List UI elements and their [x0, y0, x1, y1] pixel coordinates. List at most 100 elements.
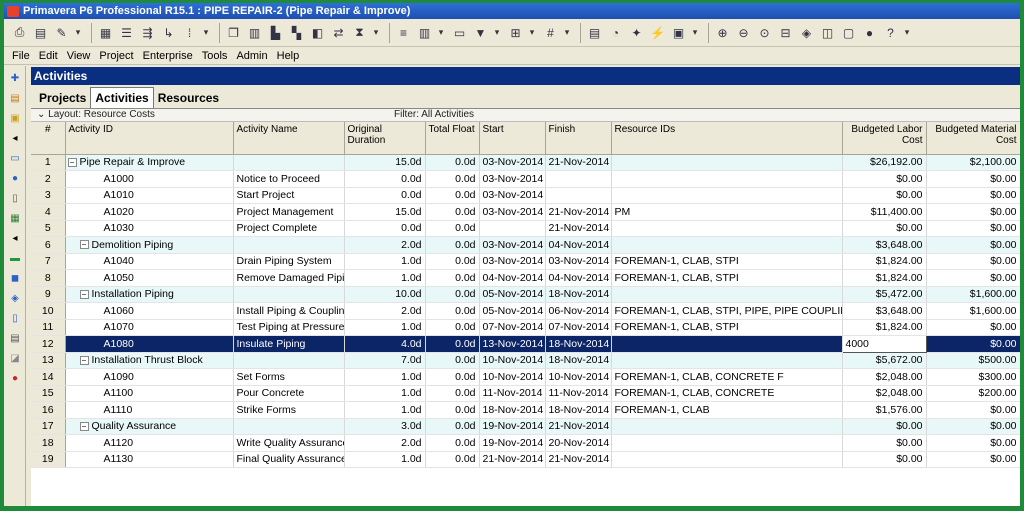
filter-icon[interactable]: ▼ — [471, 23, 490, 42]
table-row[interactable]: 13− Installation Thrust Block 7.0d 0.0d 10-N… — [31, 352, 1020, 369]
budgeted-labor-cost-cell[interactable]: $1,576.00 — [842, 401, 927, 419]
resources-icon[interactable]: ◼ — [7, 270, 23, 286]
activity-name-cell[interactable]: Test Piping at Pressure — [233, 319, 345, 336]
budgeted-material-cost-cell[interactable]: $500.00 — [926, 352, 1020, 369]
budgeted-material-cost-cell[interactable]: $0.00 — [926, 253, 1020, 270]
stop-icon[interactable]: ● — [860, 23, 879, 42]
total-float-cell[interactable]: 0.0d — [425, 319, 480, 336]
layout-label[interactable]: ⌄ Layout: Resource Costs — [31, 109, 394, 121]
start-cell[interactable]: 10-Nov-2014 — [479, 368, 546, 386]
activity-id-cell[interactable]: A1050 — [65, 269, 234, 287]
finish-cell[interactable]: 18-Nov-2014 — [545, 352, 612, 369]
activity-id-cell[interactable]: A1120 — [65, 434, 234, 452]
zoom-fit-icon[interactable]: ⊙ — [755, 23, 774, 42]
number-icon[interactable]: # — [541, 23, 560, 42]
activity-id-cell[interactable]: A1130 — [65, 451, 234, 468]
table-row[interactable]: 17− Quality Assurance 3.0d 0.0d 19-Nov-2014 2… — [31, 418, 1020, 435]
total-float-cell[interactable]: 0.0d — [425, 154, 480, 171]
resource-ids-cell[interactable]: FOREMAN-1, CLAB, STPI — [611, 269, 843, 287]
finish-cell[interactable]: 11-Nov-2014 — [545, 385, 612, 402]
budgeted-labor-cost-cell[interactable]: $0.00 — [842, 170, 927, 188]
row-number[interactable]: 6 — [31, 236, 66, 254]
table-row[interactable]: 9− Installation Piping 10.0d 0.0d 05-Nov-201… — [31, 286, 1020, 303]
menu-file[interactable]: File — [12, 50, 30, 62]
start-cell[interactable]: 03-Nov-2014 — [479, 154, 546, 171]
column-header-total-float[interactable]: Total Float — [425, 122, 480, 155]
toolbar-dropdown[interactable]: ▾ — [690, 23, 700, 42]
total-float-cell[interactable]: 0.0d — [425, 302, 480, 320]
start-cell[interactable]: 13-Nov-2014 — [479, 335, 546, 353]
copy-icon[interactable]: ❐ — [224, 23, 243, 42]
menu-admin[interactable]: Admin — [236, 50, 267, 62]
budgeted-labor-cost-cell[interactable]: 4000 — [841, 335, 927, 353]
histogram-icon[interactable]: ▙ — [266, 23, 285, 42]
menu-edit[interactable]: Edit — [39, 50, 58, 62]
table-row[interactable]: 7 A1040 Drain Piping System 1.0d 0.0d 03-Nov-… — [31, 253, 1020, 270]
table-row[interactable]: 5 A1030 Project Complete 0.0d 0.0d 21-Nov-201… — [31, 220, 1020, 237]
budgeted-material-cost-cell[interactable]: $2,100.00 — [926, 154, 1020, 171]
start-cell[interactable]: 03-Nov-2014 — [479, 170, 546, 188]
original-duration-cell[interactable]: 0.0d — [344, 187, 426, 204]
total-float-cell[interactable]: 0.0d — [425, 401, 480, 419]
resource-ids-cell[interactable]: PM — [611, 203, 843, 221]
table-row[interactable]: 1− Pipe Repair & Improve 15.0d 0.0d 03-Nov-2… — [31, 154, 1020, 171]
original-duration-cell[interactable]: 1.0d — [344, 401, 426, 419]
total-float-cell[interactable]: 0.0d — [425, 418, 480, 435]
export-icon[interactable]: ▣ — [7, 110, 23, 126]
zoom-out-icon[interactable]: ⊖ — [734, 23, 753, 42]
budgeted-material-cost-cell[interactable]: $0.00 — [926, 269, 1020, 287]
column-header-start[interactable]: Start — [479, 122, 546, 155]
table-row[interactable]: 14 A1090 Set Forms 1.0d 0.0d 10-Nov-2014 10-No… — [31, 368, 1020, 386]
activity-name-cell[interactable]: Notice to Proceed — [233, 170, 345, 188]
original-duration-cell[interactable]: 1.0d — [344, 269, 426, 287]
help-icon[interactable]: ? — [881, 23, 900, 42]
split-vertical-icon[interactable]: ◫ — [818, 23, 837, 42]
print-preview-icon[interactable]: ▤ — [31, 23, 50, 42]
row-number[interactable]: 11 — [31, 319, 66, 336]
budgeted-labor-cost-cell[interactable]: $11,400.00 — [842, 203, 927, 221]
activity-name-cell[interactable]: Strike Forms — [233, 401, 345, 419]
activity-name-cell[interactable] — [233, 154, 345, 171]
original-duration-cell[interactable]: 1.0d — [344, 253, 426, 270]
total-float-cell[interactable]: 0.0d — [425, 368, 480, 386]
activity-id-cell[interactable]: − Quality Assurance — [65, 418, 234, 435]
activity-name-cell[interactable]: Insulate Piping — [233, 335, 345, 353]
menu-help[interactable]: Help — [277, 50, 300, 62]
start-cell[interactable]: 03-Nov-2014 — [479, 187, 546, 204]
column-header-number[interactable]: # — [31, 122, 66, 155]
original-duration-cell[interactable]: 1.0d — [344, 368, 426, 386]
layout-icon[interactable]: ▭ — [450, 23, 469, 42]
row-number[interactable]: 17 — [31, 418, 66, 435]
budgeted-material-cost-cell[interactable]: $300.00 — [926, 368, 1020, 386]
hierarchy-icon[interactable]: ☰ — [117, 23, 136, 42]
budgeted-material-cost-cell[interactable]: $0.00 — [926, 319, 1020, 336]
original-duration-cell[interactable]: 10.0d — [344, 286, 426, 303]
document-icon[interactable]: ▤ — [7, 90, 23, 106]
toolbar-dropdown[interactable]: ▾ — [562, 23, 572, 42]
original-duration-cell[interactable]: 1.0d — [344, 451, 426, 468]
assignment-icon[interactable]: ▚ — [287, 23, 306, 42]
activity-name-cell[interactable] — [233, 352, 345, 369]
table-row[interactable]: 16 A1110 Strike Forms 1.0d 0.0d 18-Nov-2014 18… — [31, 401, 1020, 419]
resource-ids-cell[interactable]: FOREMAN-1, CLAB, CONCRETE — [611, 385, 843, 402]
resource-ids-cell[interactable] — [611, 335, 843, 353]
row-number[interactable]: 19 — [31, 451, 66, 468]
activity-id-cell[interactable]: − Demolition Piping — [65, 236, 234, 254]
add-icon[interactable]: ✚ — [7, 70, 23, 86]
activity-id-cell[interactable]: − Installation Piping — [65, 286, 234, 303]
row-number[interactable]: 15 — [31, 385, 66, 402]
activity-id-cell[interactable]: A1010 — [65, 187, 234, 204]
activity-id-cell[interactable]: A1000 — [65, 170, 234, 188]
budgeted-labor-cost-cell[interactable]: $0.00 — [842, 451, 927, 468]
resource-ids-cell[interactable]: FOREMAN-1, CLAB, STPI, PIPE, PIPE COUPLI… — [611, 302, 843, 320]
original-duration-cell[interactable]: 2.0d — [344, 236, 426, 254]
activity-name-cell[interactable]: Set Forms — [233, 368, 345, 386]
link-icon[interactable]: ⁞ — [180, 23, 199, 42]
activity-name-cell[interactable]: Project Management — [233, 203, 345, 221]
activity-name-cell[interactable] — [233, 418, 345, 435]
table-row[interactable]: 6− Demolition Piping 2.0d 0.0d 03-Nov-2014 04… — [31, 236, 1020, 254]
start-cell[interactable]: 03-Nov-2014 — [479, 253, 546, 270]
finish-cell[interactable]: 04-Nov-2014 — [545, 269, 612, 287]
activity-name-cell[interactable]: Start Project — [233, 187, 345, 204]
start-cell[interactable]: 03-Nov-2014 — [479, 236, 546, 254]
